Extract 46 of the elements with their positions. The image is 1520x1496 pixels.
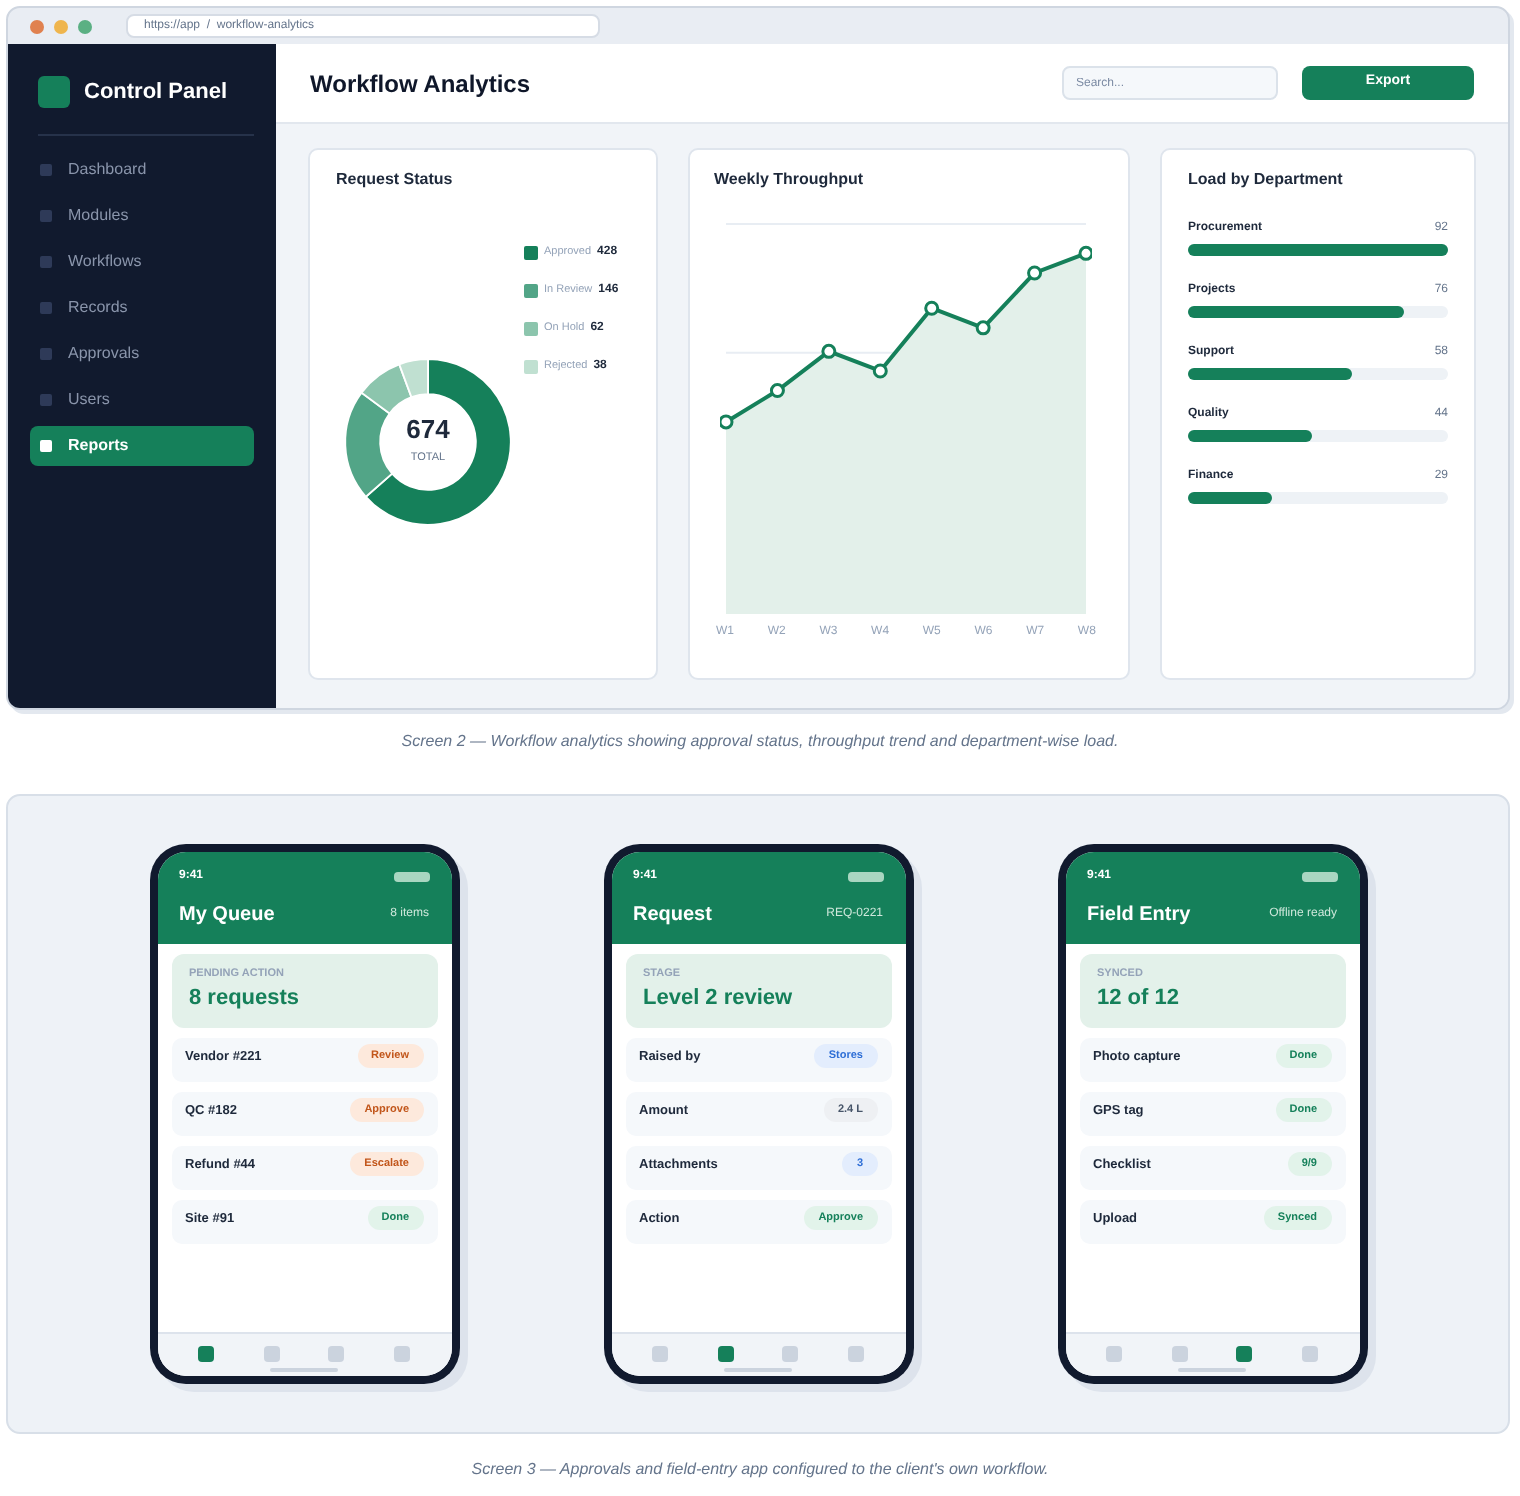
summary-value: 12 of 12 [1097,984,1181,1015]
total-value: 674 [406,416,450,443]
nav-item[interactable]: Dashboard [30,149,254,189]
summary-value: 8 requests [189,984,302,1015]
battery-icon [1301,872,1337,882]
screen-title: My Queue [179,902,275,930]
page-title: Workflow Analytics [310,67,531,101]
chart-point [1027,265,1043,281]
nav-icon [40,163,52,175]
home-indicator [724,1368,792,1372]
home-indicator [270,1368,338,1372]
caption: Screen 2 — Workflow analytics showing approval status, throughput trend and department-wise load. [399,730,1121,754]
card-title: Load by Department [1188,168,1345,192]
logo-icon [38,76,70,109]
nav-icon [40,439,52,451]
chart-point [1078,245,1092,261]
screen-title: Request [633,902,712,930]
chart-point [872,363,888,379]
caption: Screen 3 — Approvals and field-entry app configured to the client's own workflow. [469,1458,1051,1482]
battery-icon [393,872,429,882]
card-title: Weekly Throughput [714,168,866,192]
nav-icon [40,301,52,313]
chart-point [720,414,734,430]
home-indicator [1178,1368,1246,1372]
chart-point [769,383,785,399]
nav-icon [40,209,52,221]
nav-item[interactable]: Users [30,379,254,419]
nav-icon [40,255,52,267]
nav-icon [40,347,52,359]
battery-icon [847,872,883,882]
nav-item[interactable]: Modules [30,195,254,235]
nav-icon [40,393,52,405]
nav-tab[interactable] [197,1346,214,1362]
nav-item[interactable]: Approvals [30,333,254,373]
summary-value: Level 2 review [643,984,795,1015]
chart-point [924,300,940,316]
screen-title: Field Entry [1087,902,1191,930]
card-title: Request Status [336,168,455,192]
chart-point [975,320,991,336]
nav-item[interactable]: Reports [30,425,254,465]
brand-name: Control Panel [84,78,228,108]
nav-tab[interactable] [717,1346,734,1362]
nav-tab[interactable] [1236,1346,1253,1362]
nav-item[interactable]: Records [30,287,254,327]
chart-point [821,343,837,359]
nav-item[interactable]: Workflows [30,241,254,281]
